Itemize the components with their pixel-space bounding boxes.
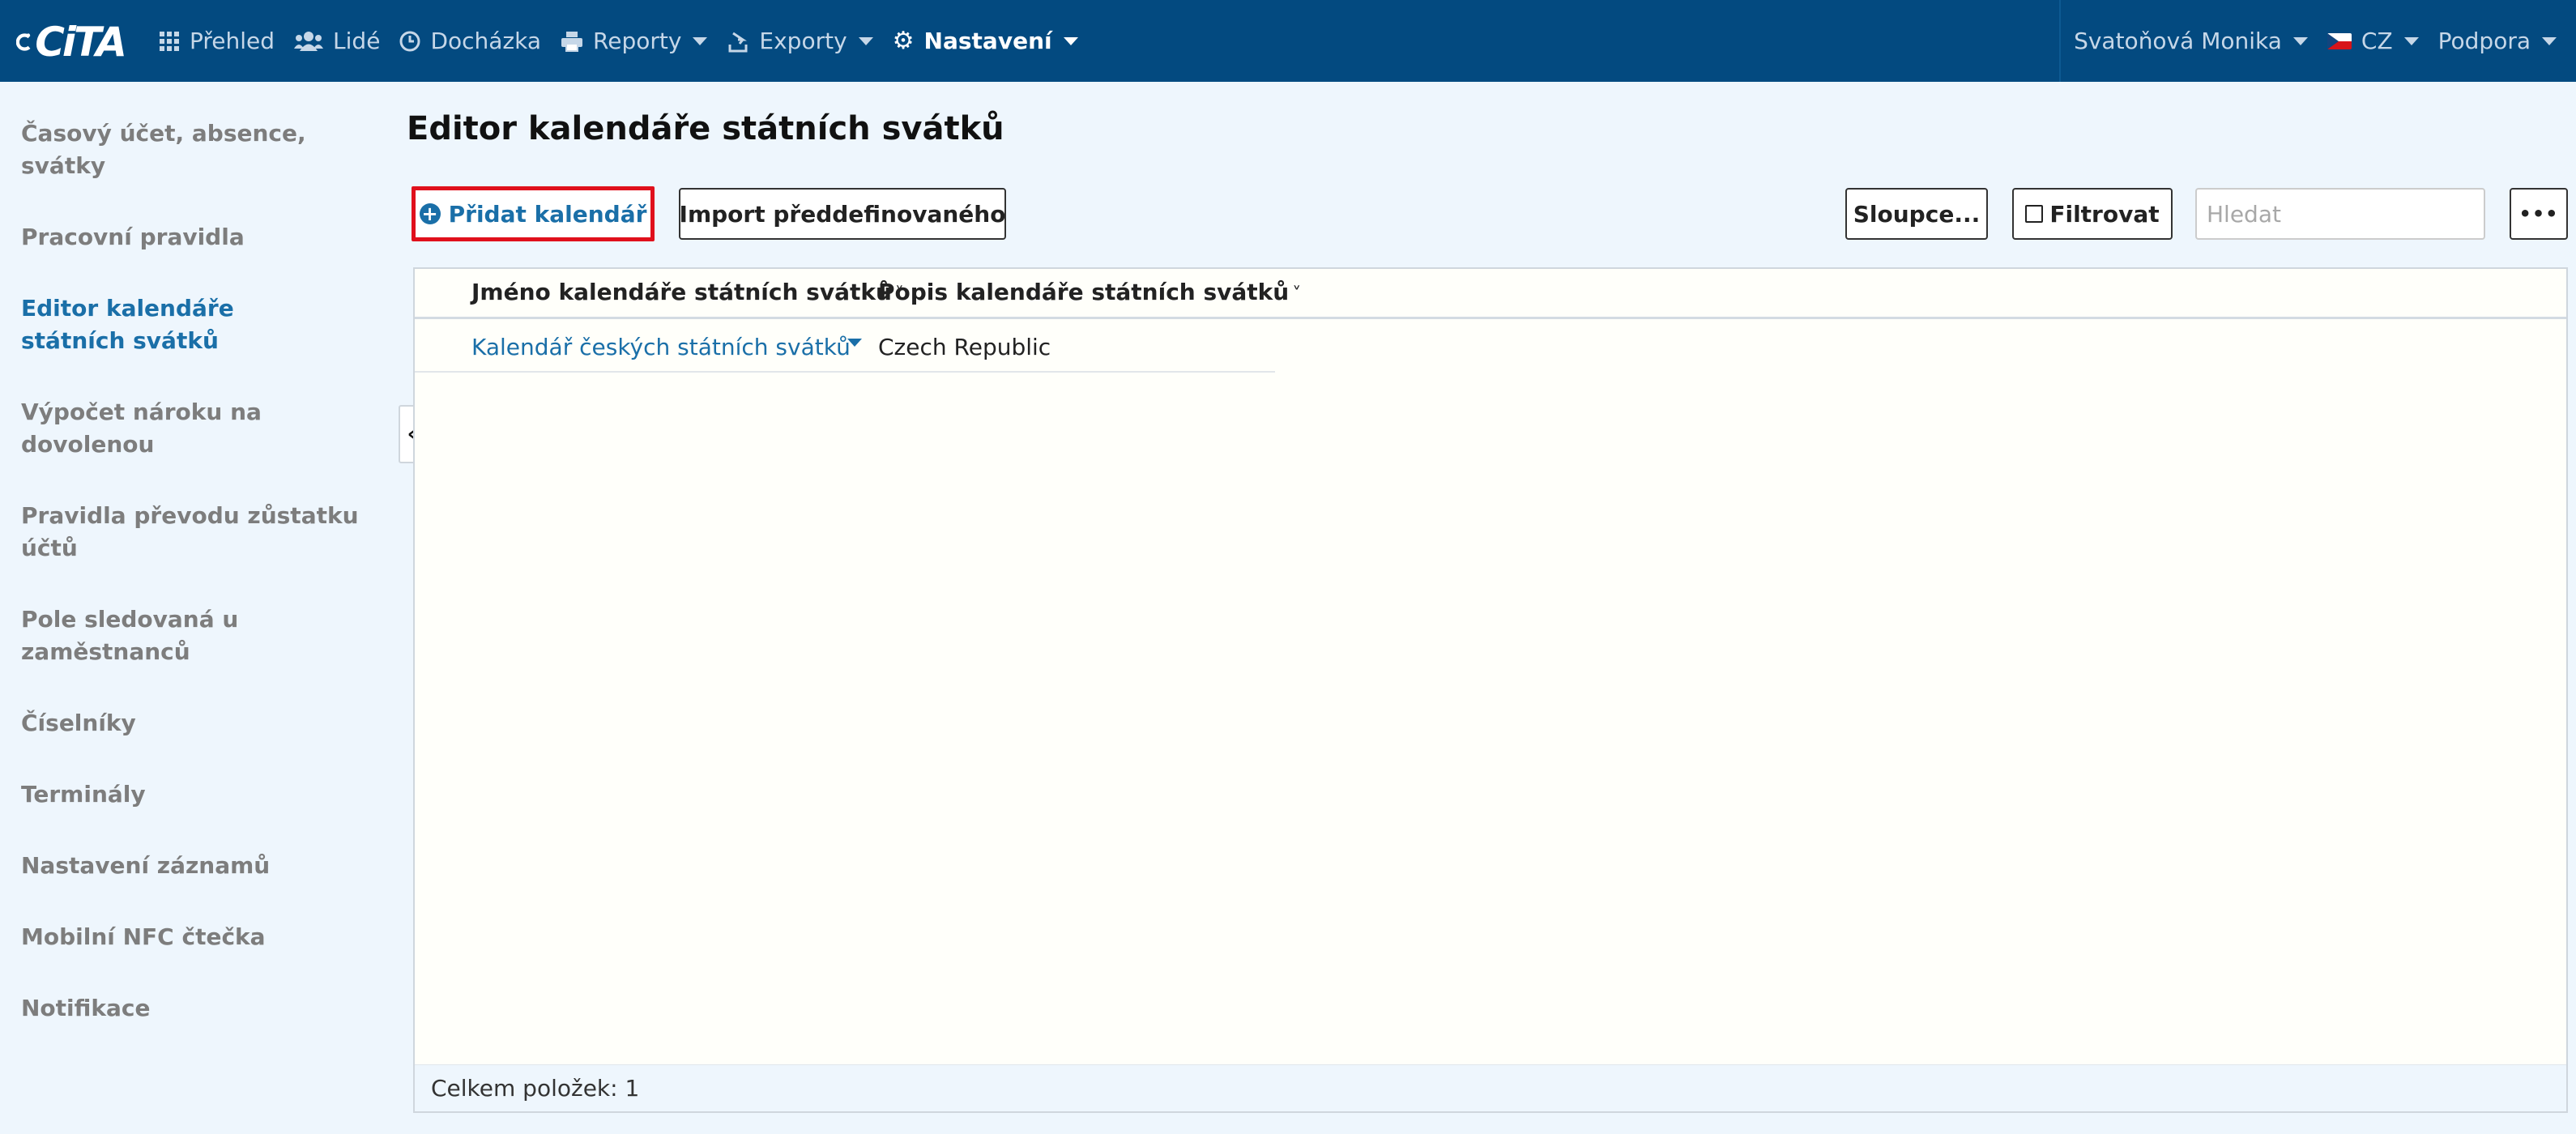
sidebar-item-casovy-ucet[interactable]: Časový účet, absence, svátky	[0, 117, 389, 182]
nav-label: Lidé	[333, 28, 381, 54]
nav-label: Exporty	[759, 28, 847, 54]
page-title: Editor kalendáře státních svátků	[407, 110, 1004, 147]
sidebar-item-editor-kalendare[interactable]: Editor kalendáře státních svátků	[0, 292, 340, 357]
chevron-down-icon	[1063, 36, 1078, 45]
nav-right: Svatoňová Monika CZ Podpora	[2059, 0, 2576, 82]
chevron-down-icon	[2542, 36, 2557, 45]
sidebar-item-terminaly[interactable]: Terminály	[0, 778, 389, 811]
sidebar-item-vypocet-naroku[interactable]: Výpočet nároku na dovolenou	[0, 396, 389, 461]
sidebar-item-notifikace[interactable]: Notifikace	[0, 992, 389, 1025]
chevron-down-icon	[2403, 36, 2419, 45]
import-predefined-button[interactable]: Import předdefinovaného	[679, 188, 1006, 240]
table-row[interactable]: Kalendář českých státních svátků Czech R…	[415, 321, 1275, 373]
nav-item-dochazka[interactable]: Docházka	[390, 0, 551, 82]
sort-icon: ˅	[1292, 284, 1302, 305]
sidebar-item-mobilni-nfc[interactable]: Mobilní NFC čtečka	[0, 921, 389, 953]
sidebar-item-pracovni-pravidla[interactable]: Pracovní pravidla	[0, 221, 389, 254]
nav-item-prehled[interactable]: Přehled	[149, 0, 284, 82]
more-options-button[interactable]: •••	[2510, 188, 2568, 240]
checkbox-icon	[2025, 205, 2044, 223]
settings-sidebar: Časový účet, absence, svátky Pracovní pr…	[0, 82, 389, 1134]
sidebar-item-ciselniky[interactable]: Číselníky	[0, 707, 389, 740]
nav-item-exporty[interactable]: Exporty	[717, 0, 882, 82]
plus-circle-icon: +	[419, 203, 441, 224]
main-nav: Přehled Lidé Docházka Reporty Exporty ⚙ …	[149, 0, 1088, 82]
add-calendar-button[interactable]: + Přidat kalendář	[412, 186, 655, 241]
nav-label: Přehled	[190, 28, 275, 54]
nav-divider	[2059, 0, 2062, 82]
clock-icon	[399, 31, 420, 51]
printer-icon	[561, 31, 583, 52]
logo-mark-icon	[16, 33, 31, 51]
column-header-name[interactable]: Jméno kalendáře státních svátků ˅	[471, 279, 904, 305]
nav-item-reporty[interactable]: Reporty	[551, 0, 717, 82]
column-header-description[interactable]: Popis kalendáře státních svátků ˅	[878, 279, 1301, 305]
top-navbar: CiTA Přehled Lidé Docházka Reporty Expor…	[0, 0, 2576, 82]
search-input[interactable]	[2195, 188, 2485, 240]
nav-label: Docházka	[430, 28, 542, 54]
support-menu[interactable]: Podpora	[2429, 0, 2576, 82]
nav-label: Nastavení	[923, 28, 1052, 54]
nav-item-lide[interactable]: Lidé	[284, 0, 390, 82]
user-name: Svatoňová Monika	[2074, 28, 2282, 54]
table-header: Jméno kalendáře státních svátků ˅ Popis k…	[415, 269, 2566, 319]
sidebar-item-nastaveni-zaznamu[interactable]: Nastavení záznamů	[0, 850, 389, 882]
support-label: Podpora	[2437, 28, 2531, 54]
chevron-down-icon	[858, 36, 873, 45]
cita-logo[interactable]: CiTA	[16, 19, 127, 66]
export-icon	[728, 32, 748, 52]
language-menu[interactable]: CZ	[2318, 0, 2429, 82]
users-icon	[294, 31, 324, 51]
user-menu[interactable]: Svatoňová Monika	[2064, 0, 2318, 82]
nav-label: Reporty	[593, 28, 682, 54]
sidebar-item-pravidla-prevodu[interactable]: Pravidla převodu zůstatku účtů	[0, 500, 389, 565]
language-label: CZ	[2361, 28, 2393, 54]
sidebar-item-pole-sledovana[interactable]: Pole sledovaná u zaměstnanců	[0, 603, 389, 668]
czech-flag-icon	[2327, 32, 2352, 49]
filter-button[interactable]: Filtrovat	[2012, 188, 2173, 240]
filter-label: Filtrovat	[2049, 200, 2160, 228]
columns-button[interactable]: Sloupce...	[1845, 188, 1988, 240]
logo-text: CiTA	[35, 19, 127, 66]
add-calendar-label: Přidat kalendář	[448, 200, 647, 228]
chevron-down-icon	[2292, 36, 2308, 45]
nav-item-nastaveni[interactable]: ⚙ Nastavení	[883, 0, 1088, 82]
calendar-name-link[interactable]: Kalendář českých státních svátků	[471, 334, 851, 360]
gear-icon: ⚙	[892, 27, 915, 55]
calendar-description: Czech Republic	[878, 334, 1051, 360]
chevron-down-icon	[693, 36, 708, 45]
grid-icon	[160, 31, 179, 51]
table-footer: Celkem položek: 1	[415, 1064, 2566, 1111]
row-dropdown-icon[interactable]	[847, 339, 862, 347]
calendar-table: Jméno kalendáře státních svátků ˅ Popis k…	[413, 267, 2568, 1113]
